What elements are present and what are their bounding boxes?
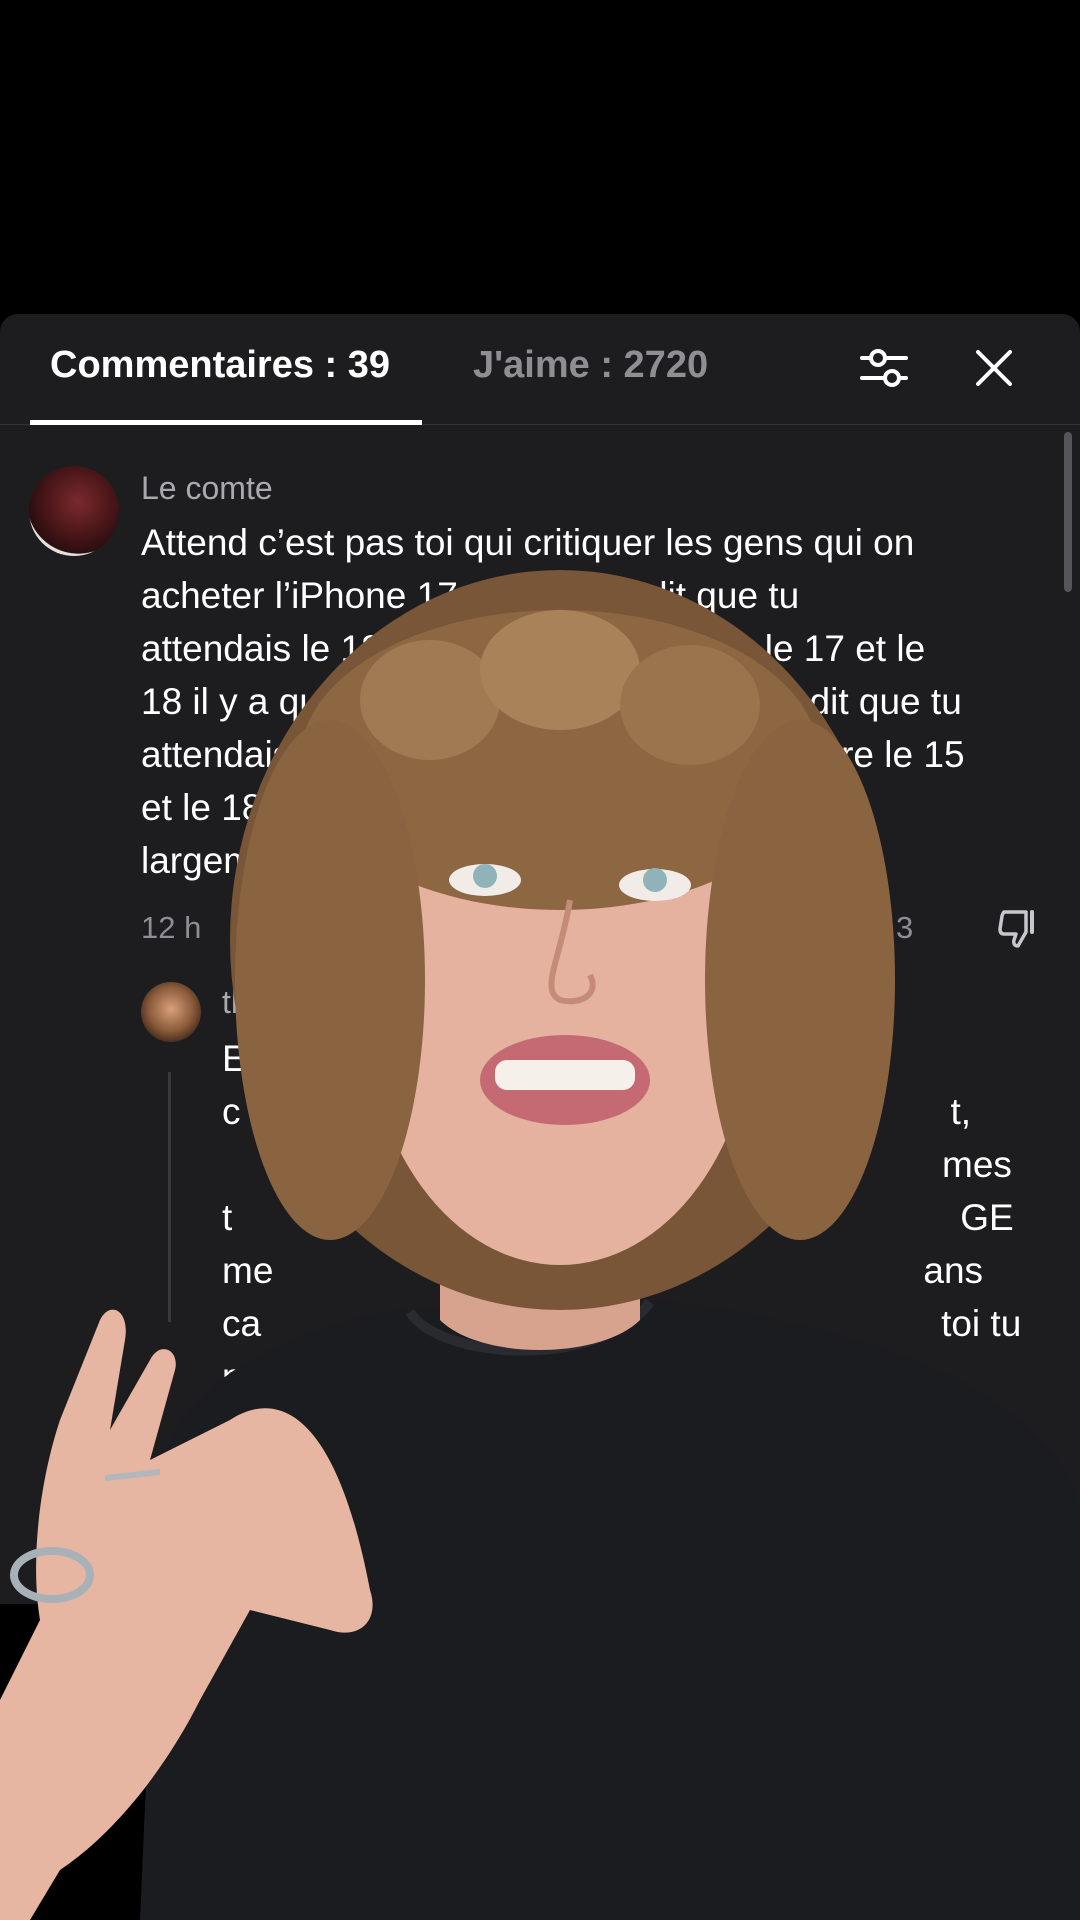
creator-video-overlay [0, 570, 1080, 1920]
